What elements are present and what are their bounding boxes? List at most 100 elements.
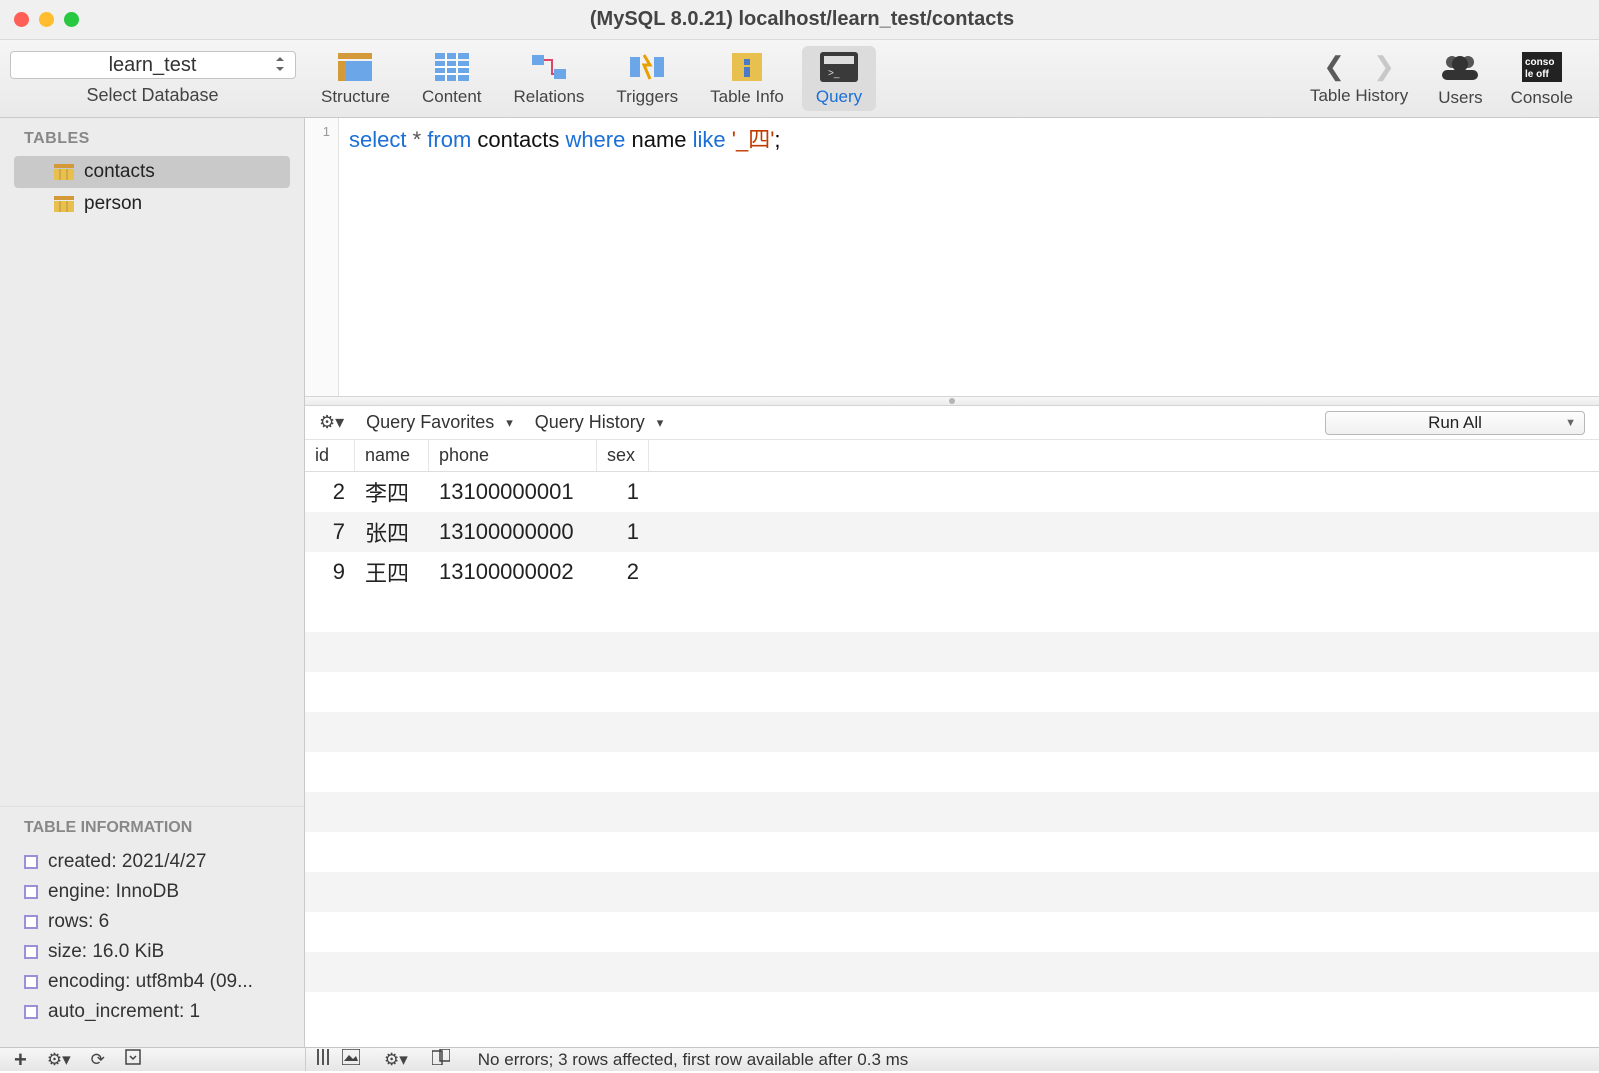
token-where: where	[565, 127, 625, 152]
main-split: TABLES contacts person TABLE INFORMATION…	[0, 118, 1599, 1047]
svg-text:le off: le off	[1525, 69, 1550, 80]
tab-relations[interactable]: Relations	[500, 46, 599, 111]
cell-phone: 13100000002	[429, 559, 597, 585]
gear-icon[interactable]: ⚙︎▾	[384, 1050, 408, 1070]
console-label: Console	[1511, 88, 1573, 108]
tab-content[interactable]: Content	[408, 46, 496, 111]
info-row: auto_increment: 1	[24, 997, 280, 1027]
column-id[interactable]: id	[305, 440, 355, 471]
window-title: (MySQL 8.0.21) localhost/learn_test/cont…	[19, 8, 1585, 31]
table-icon	[54, 164, 74, 180]
database-chooser-value: learn_test	[109, 54, 197, 77]
toolbar-right: ❮ ❯ Table History Users console off Cons…	[1294, 40, 1599, 117]
panel-toggle-icon[interactable]	[306, 1049, 330, 1070]
users-button[interactable]: Users	[1424, 40, 1496, 117]
query-editor-wrap: 1 select * from contacts where name like…	[305, 118, 1599, 396]
table-list: contacts person	[0, 156, 304, 220]
info-row: engine: InnoDB	[24, 877, 280, 907]
info-text: created: 2021/4/27	[48, 851, 206, 873]
info-row: size: 16.0 KiB	[24, 937, 280, 967]
console-icon: console off	[1521, 50, 1563, 84]
column-name[interactable]: name	[355, 440, 429, 471]
run-all-label: Run All	[1428, 413, 1482, 433]
token-str: '_四'	[732, 127, 775, 152]
table-icon	[54, 196, 74, 212]
results-pane: id name phone sex 2 李四 13100000001 1 7 张…	[305, 440, 1599, 1047]
history-label: Table History	[1310, 86, 1408, 106]
tab-tableinfo[interactable]: Table Info	[696, 46, 798, 111]
cell-name: 李四	[355, 476, 429, 508]
chevron-down-icon: ▼	[1565, 417, 1576, 429]
query-history-menu[interactable]: Query History ▾	[535, 412, 664, 433]
status-bar: + ⚙︎▾ ⟳ ⚙︎▾ No errors; 3 rows affected, …	[0, 1047, 1599, 1071]
status-mid: ⚙︎▾	[330, 1049, 462, 1070]
line-gutter: 1	[305, 118, 339, 396]
structure-icon	[336, 50, 374, 83]
bullet-icon	[24, 945, 38, 959]
cell-sex: 1	[597, 519, 649, 545]
console-button[interactable]: console off Console	[1497, 40, 1587, 117]
tab-label: Triggers	[616, 87, 678, 107]
add-icon[interactable]: +	[14, 1047, 27, 1073]
cell-name: 王四	[355, 556, 429, 588]
column-phone[interactable]: phone	[429, 440, 597, 471]
tab-structure[interactable]: Structure	[307, 46, 404, 111]
result-row[interactable]: 2 李四 13100000001 1	[305, 472, 1599, 512]
database-chooser[interactable]: learn_test	[10, 51, 296, 79]
relations-icon	[530, 50, 568, 83]
query-favorites-label: Query Favorites	[366, 412, 494, 433]
tab-triggers[interactable]: Triggers	[602, 46, 692, 111]
result-row[interactable]: 7 张四 13100000000 1	[305, 512, 1599, 552]
bullet-icon	[24, 915, 38, 929]
info-row: created: 2021/4/27	[24, 847, 280, 877]
table-info-header: TABLE INFORMATION	[24, 819, 280, 847]
table-row-contacts[interactable]: contacts	[14, 156, 290, 188]
run-all-button[interactable]: Run All ▼	[1325, 411, 1585, 435]
table-name: person	[84, 193, 142, 215]
tab-label: Content	[422, 87, 482, 107]
column-sex[interactable]: sex	[597, 440, 649, 471]
content-pane: 1 select * from contacts where name like…	[305, 118, 1599, 1047]
bullet-icon	[24, 855, 38, 869]
query-controls: ⚙︎▾ Query Favorites ▾ Query History ▾ Ru…	[305, 406, 1599, 440]
cell-sex: 1	[597, 479, 649, 505]
tab-label: Table Info	[710, 87, 784, 107]
pane-resizer[interactable]	[305, 396, 1599, 406]
toolbar: learn_test Select Database Structure Con…	[0, 40, 1599, 118]
database-chooser-wrap: learn_test Select Database	[0, 40, 305, 117]
content-icon	[433, 50, 471, 83]
table-row-person[interactable]: person	[14, 188, 290, 220]
bullet-icon	[24, 1005, 38, 1019]
image-icon[interactable]	[342, 1049, 360, 1070]
tableinfo-icon	[728, 50, 766, 83]
query-favorites-menu[interactable]: Query Favorites ▾	[366, 412, 513, 433]
results-header: id name phone sex	[305, 440, 1599, 472]
result-row[interactable]: 9 王四 13100000002 2	[305, 552, 1599, 592]
history-back-icon[interactable]: ❮	[1323, 51, 1345, 82]
info-row: rows: 6	[24, 907, 280, 937]
tab-query[interactable]: >_ Query	[802, 46, 876, 111]
gear-icon[interactable]: ⚙︎▾	[319, 412, 344, 433]
chevron-down-icon: ▾	[657, 415, 664, 431]
refresh-icon[interactable]: ⟳	[91, 1050, 105, 1070]
tab-label: Query	[816, 87, 862, 107]
clipboard-icon[interactable]	[432, 1049, 450, 1070]
tab-label: Structure	[321, 87, 390, 107]
users-label: Users	[1438, 88, 1482, 108]
collapse-icon[interactable]	[125, 1049, 141, 1070]
info-text: auto_increment: 1	[48, 1001, 200, 1023]
cell-sex: 2	[597, 559, 649, 585]
token-select: select	[349, 127, 406, 152]
token-star: *	[406, 127, 427, 152]
history-forward-icon[interactable]: ❯	[1373, 51, 1395, 82]
cell-id: 2	[305, 479, 355, 505]
info-text: size: 16.0 KiB	[48, 941, 164, 963]
status-left: + ⚙︎▾ ⟳	[0, 1047, 305, 1073]
query-editor[interactable]: select * from contacts where name like '…	[339, 118, 1599, 396]
token-table: contacts	[471, 127, 565, 152]
users-icon	[1439, 50, 1481, 84]
info-text: engine: InnoDB	[48, 881, 179, 903]
gear-icon[interactable]: ⚙︎▾	[47, 1050, 71, 1070]
cell-phone: 13100000001	[429, 479, 597, 505]
cell-id: 9	[305, 559, 355, 585]
